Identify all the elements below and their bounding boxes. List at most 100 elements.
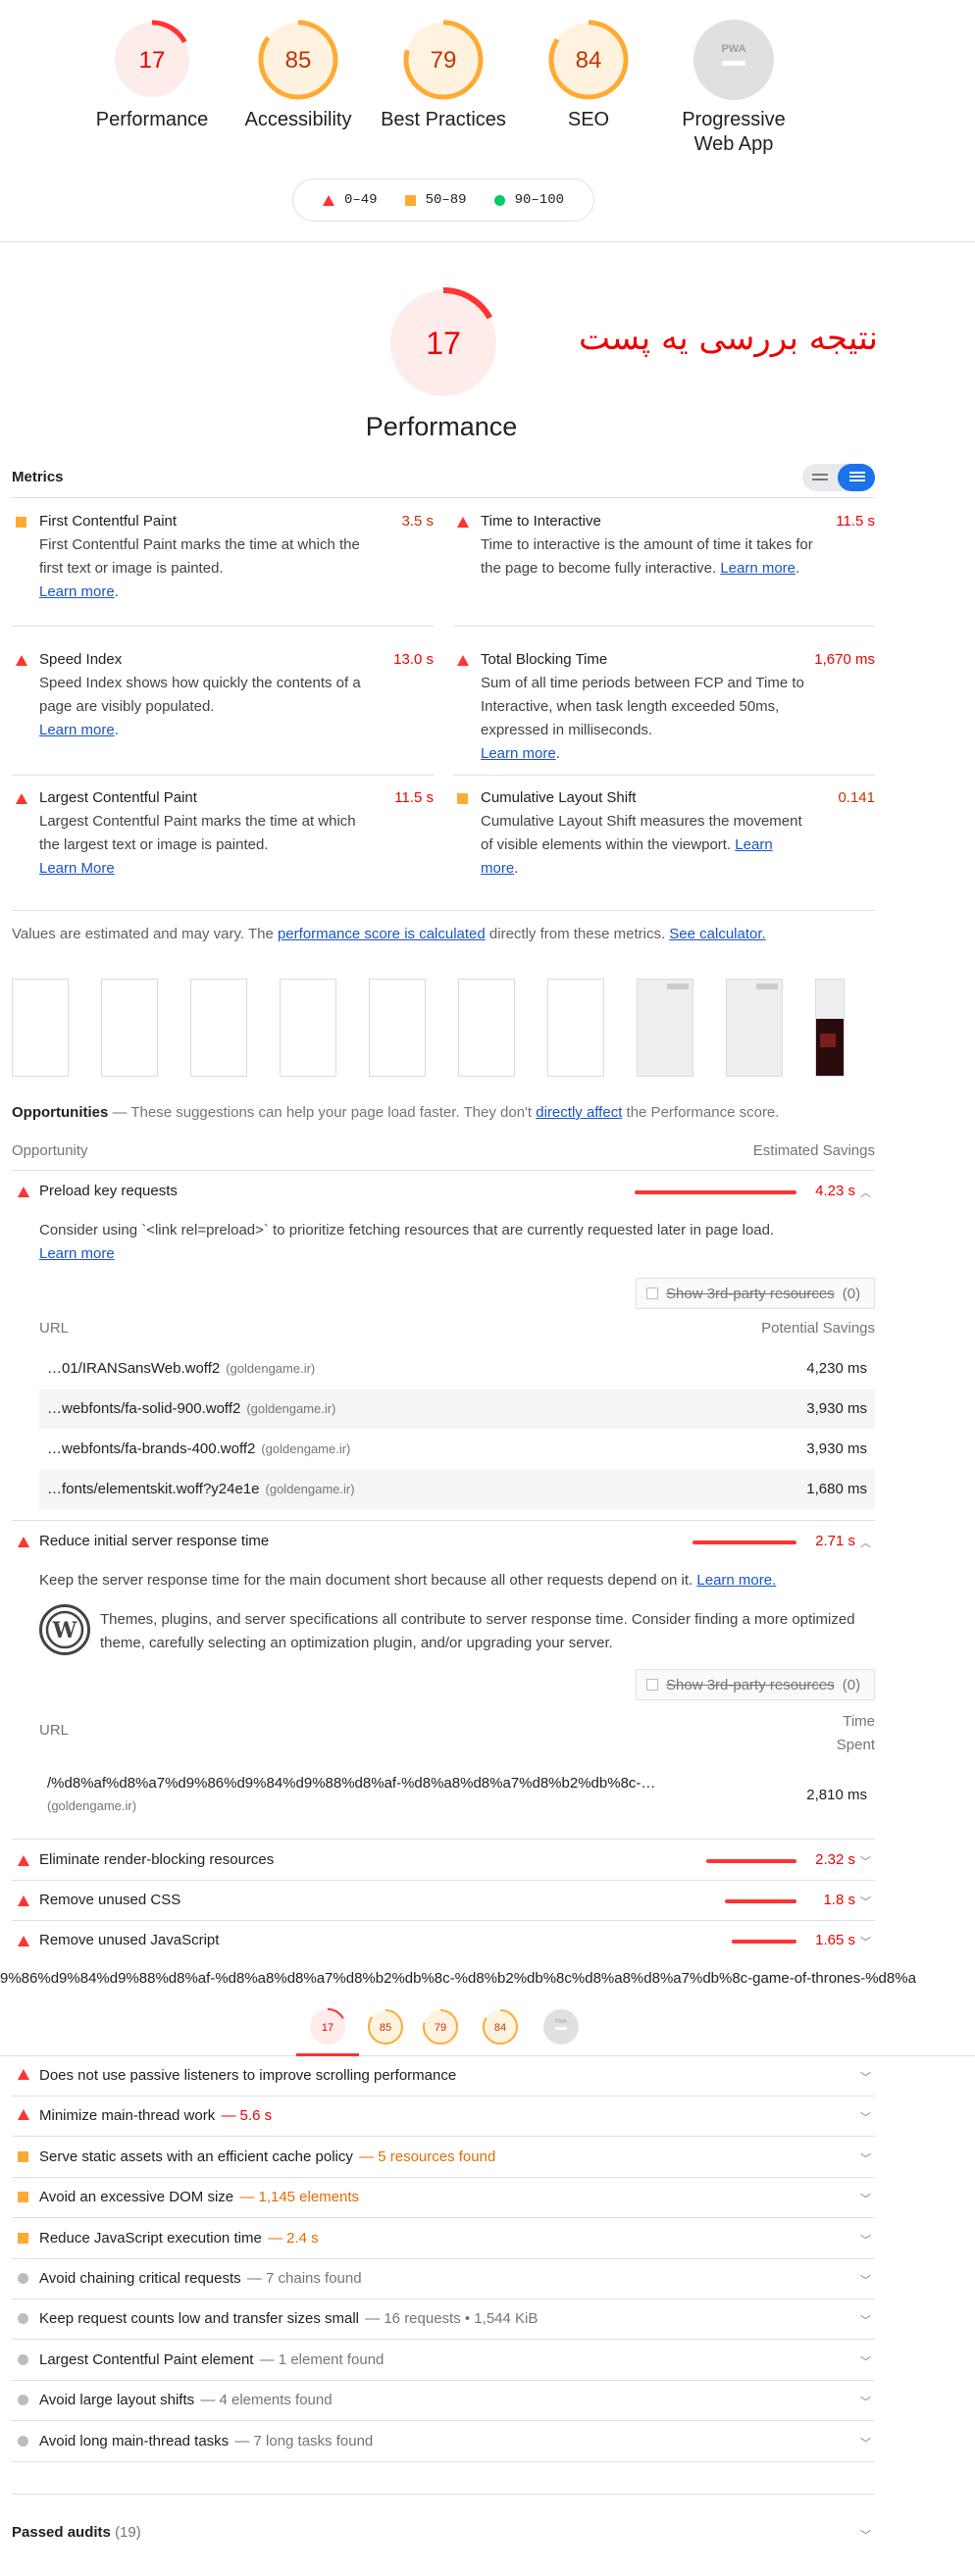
third-party-filter[interactable]: Show 3rd-party resources (0) [636, 1278, 875, 1309]
metric-value: 3.5 s [401, 513, 434, 530]
audit-render-blocking[interactable]: Eliminate render-blocking resources 2.32… [12, 1841, 875, 1880]
learn-more-link[interactable]: Learn more [39, 722, 115, 738]
chevron-down-icon[interactable]: ﹀ [860, 2069, 871, 2085]
gauge-seo[interactable]: 84 SEO [530, 18, 647, 132]
url-column-header: URL [39, 1320, 70, 1337]
diagnostic-audit[interactable]: Minimize main-thread work — 5.6 s ﹀ [12, 2096, 875, 2138]
learn-more-link[interactable]: Learn more [39, 1245, 115, 1262]
score-value: 85 [285, 47, 312, 74]
mini-gauges[interactable]: 17 85 79 84 PWA [0, 1994, 975, 2056]
chevron-down-icon[interactable]: ﹀ [860, 2272, 871, 2288]
chevron-down-icon[interactable]: ﹀ [860, 2232, 871, 2248]
learn-more-link[interactable]: Learn more [481, 745, 556, 762]
chevron-down-icon[interactable]: ﹀ [860, 1853, 871, 1869]
savings-bar [732, 1940, 796, 1944]
chevron-up-icon[interactable]: ︿ [860, 1185, 871, 1200]
diagnostic-audit[interactable]: Serve static assets with an efficient ca… [12, 2138, 875, 2178]
fail-triangle-icon [18, 1187, 29, 1197]
passed-audits-toggle[interactable]: Passed audits (19) [12, 2524, 141, 2541]
learn-more-link[interactable]: Learn more [39, 583, 115, 600]
gauge-accessibility[interactable]: 85 Accessibility [239, 18, 357, 132]
annotation-text: نتیجه بررسی یه پست [579, 319, 878, 358]
chevron-down-icon[interactable]: ﹀ [860, 2527, 871, 2543]
score-value: 17 [139, 47, 166, 74]
chevron-down-icon[interactable]: ﹀ [860, 1934, 871, 1949]
diagnostic-audit[interactable]: Avoid an excessive DOM size — 1,145 elem… [12, 2178, 875, 2219]
diagnostic-audit[interactable]: Keep request counts low and transfer siz… [12, 2299, 875, 2341]
category-label: Performance [95, 109, 209, 130]
chevron-down-icon[interactable]: ﹀ [860, 2394, 871, 2409]
diagnostic-title: Avoid an excessive DOM size — 1,145 elem… [39, 2189, 360, 2206]
chevron-down-icon[interactable]: ﹀ [860, 2435, 871, 2450]
info-circle-icon [18, 2273, 28, 2284]
fail-triangle-icon [16, 655, 27, 666]
diagnostic-audit[interactable]: Does not use passive listeners to improv… [12, 2056, 875, 2096]
filmstrip-frame [12, 979, 69, 1077]
diagnostic-audit[interactable]: Reduce JavaScript execution time — 2.4 s… [12, 2219, 875, 2259]
audit-title: Preload key requests [39, 1183, 178, 1199]
collapsed-view-icon [812, 474, 828, 476]
divider [12, 2494, 875, 2495]
audit-savings: 1.65 s [815, 1932, 855, 1948]
diagnostic-audit[interactable]: Largest Contentful Paint element — 1 ele… [12, 2341, 875, 2381]
metrics-view-toggle[interactable] [802, 464, 875, 491]
learn-more-link[interactable]: Learn more. [696, 1572, 776, 1589]
audit-title: Remove unused JavaScript [39, 1932, 220, 1948]
divider [0, 241, 975, 242]
chevron-down-icon[interactable]: ﹀ [860, 2312, 871, 2328]
table-row: …fonts/elementskit.woff?y24e1e (goldengam… [39, 1470, 875, 1509]
chevron-down-icon[interactable]: ﹀ [860, 2150, 871, 2166]
third-party-filter[interactable]: Show 3rd-party resources (0) [636, 1669, 875, 1700]
audit-title: Reduce initial server response time [39, 1533, 270, 1549]
filmstrip-frame [637, 979, 693, 1077]
info-circle-icon [18, 2353, 28, 2365]
diagnostic-title: Avoid long main-thread tasks — 7 long ta… [39, 2432, 374, 2450]
score-calculation-link[interactable]: performance score is calculated [278, 926, 486, 942]
wordpress-hint: Themes, plugins, and server specificatio… [100, 1611, 855, 1651]
divider [12, 1170, 875, 1171]
diagnostic-audit[interactable]: Avoid large layout shifts — 4 elements f… [12, 2381, 875, 2422]
metric-name: Cumulative Layout Shift [481, 789, 637, 806]
chevron-down-icon[interactable]: ﹀ [860, 2353, 871, 2369]
metric-name: Speed Index [39, 651, 123, 668]
chevron-up-icon[interactable]: ︿ [860, 1535, 871, 1550]
gauge-ring: 85 [258, 20, 338, 100]
average-square-icon [16, 517, 26, 528]
svg-text:PWA: PWA [555, 2019, 567, 2025]
average-square-icon [457, 793, 468, 804]
gauge-pwa[interactable]: PWA Progressive Web App [665, 18, 802, 157]
audit-title: Remove unused CSS [39, 1892, 181, 1908]
opportunities-heading: Opportunities — These suggestions can he… [12, 1104, 780, 1121]
audit-title: Eliminate render-blocking resources [39, 1851, 275, 1868]
divider [12, 775, 434, 776]
calculator-link[interactable]: See calculator. [669, 926, 765, 942]
info-circle-icon [18, 2395, 28, 2406]
metric-name: Time to Interactive [481, 513, 601, 530]
info-circle-icon [18, 2313, 28, 2325]
audit-unused-css[interactable]: Remove unused CSS 1.8 s ﹀ [12, 1881, 875, 1920]
legend-pass: 90–100 [493, 192, 564, 208]
chevron-down-icon[interactable]: ﹀ [860, 2109, 871, 2125]
learn-more-link[interactable]: Learn more [720, 560, 795, 577]
audit-server-response-time[interactable]: Reduce initial server response time 2.71… [12, 1522, 875, 1561]
gauge-best-practices[interactable]: 79 Best Practices [375, 18, 512, 132]
third-party-checkbox[interactable] [646, 1679, 658, 1691]
filmstrip-frame [458, 979, 515, 1077]
audit-unused-javascript[interactable]: Remove unused JavaScript 1.65 s ﹀ [12, 1921, 875, 1960]
page-url-strip: 9%86%d9%84%d9%88%d8%af-%d8%a8%d8%a7%d8%b… [0, 1970, 916, 1987]
gauge-performance[interactable]: 17 Performance [93, 18, 211, 132]
category-label: SEO [567, 109, 610, 130]
chevron-down-icon[interactable]: ﹀ [860, 2191, 871, 2206]
learn-more-link[interactable]: Learn More [39, 860, 115, 877]
svg-text:79: 79 [435, 2022, 446, 2034]
third-party-checkbox[interactable] [646, 1288, 658, 1299]
audit-preload-key-requests[interactable]: Preload key requests 4.23 s ︿ [12, 1172, 875, 1211]
chevron-down-icon[interactable]: ﹀ [860, 1894, 871, 1909]
diagnostic-audit[interactable]: Avoid long main-thread tasks — 7 long ta… [12, 2422, 875, 2462]
metric-name: Largest Contentful Paint [39, 789, 197, 806]
diagnostic-audit[interactable]: Avoid chaining critical requests — 7 cha… [12, 2259, 875, 2299]
directly-affect-link[interactable]: directly affect [536, 1104, 622, 1121]
audit-savings: 1.8 s [823, 1892, 855, 1908]
metric-description: Time to interactive is the amount of tim… [481, 536, 813, 577]
filmstrip-frame [190, 979, 247, 1077]
